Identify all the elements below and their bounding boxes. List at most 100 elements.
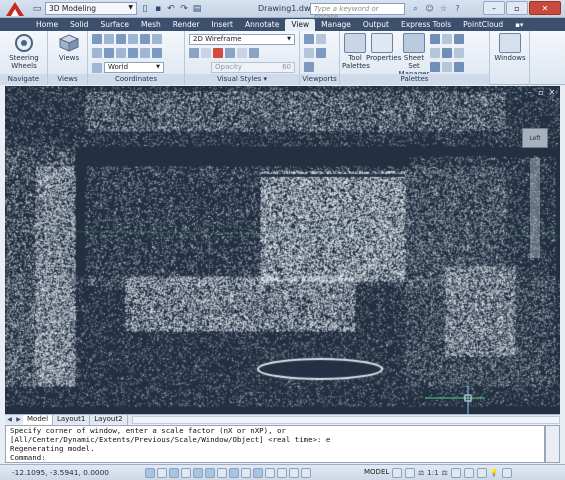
search-input[interactable]: Type a keyword or phrase — [310, 3, 405, 21]
tab-surface[interactable]: Surface — [94, 19, 135, 31]
3d-object-snap-icon[interactable] — [217, 468, 227, 478]
tab-solid[interactable]: Solid — [64, 19, 94, 31]
object-snap-tracking-icon[interactable] — [229, 468, 239, 478]
tab-model[interactable]: Model — [23, 414, 54, 425]
tab-mesh[interactable]: Mesh — [135, 19, 167, 31]
edge-effects-icon[interactable] — [189, 48, 199, 58]
isolate-objects-icon[interactable]: 💡 — [490, 469, 499, 477]
ucs-x-icon[interactable] — [140, 48, 150, 58]
point-cloud-canvas[interactable] — [5, 86, 560, 414]
opacity-slider[interactable]: Opacity 60 — [211, 62, 295, 73]
join-viewports-icon[interactable] — [304, 48, 314, 58]
quick-view-layouts-icon[interactable] — [392, 468, 402, 478]
annotation-visibility-icon[interactable]: ⚖ — [442, 469, 448, 477]
lock-icon[interactable] — [463, 468, 474, 478]
steering-wheels-button[interactable]: Steering Wheels — [3, 33, 45, 70]
named-viewports-icon[interactable] — [316, 34, 326, 44]
chevron-down-icon[interactable]: ▾ — [264, 75, 268, 83]
grid-display-icon[interactable] — [169, 468, 179, 478]
star-icon[interactable]: ☆ — [438, 3, 449, 14]
ucs-object-icon[interactable] — [104, 48, 114, 58]
undo-icon[interactable]: ↶ — [166, 4, 176, 14]
infer-constraints-icon[interactable] — [145, 468, 155, 478]
command-line[interactable]: Specify corner of window, enter a scale … — [5, 425, 545, 463]
transparency-icon[interactable] — [277, 468, 287, 478]
layers-icon[interactable] — [430, 62, 440, 72]
windows-button[interactable]: Windows — [492, 33, 528, 62]
tab-layout2[interactable]: Layout2 — [90, 414, 128, 425]
ucs-dropdown[interactable]: World ▼ — [104, 62, 164, 73]
calculator-icon[interactable] — [454, 34, 464, 44]
annotation-scale-icon[interactable]: ⚖ — [418, 469, 424, 477]
user-icon[interactable]: ☺ — [424, 3, 435, 14]
navigation-bar[interactable] — [530, 158, 540, 258]
plot-icon[interactable]: ▤ — [192, 4, 202, 14]
tab-express-tools[interactable]: Express Tools — [395, 19, 457, 31]
ucs-view-icon[interactable] — [92, 48, 102, 58]
minimize-icon[interactable]: – — [483, 1, 505, 15]
dynamic-ucs-icon[interactable] — [241, 468, 251, 478]
workspace-dropdown[interactable]: 3D Modeling ▼ — [45, 2, 137, 15]
quick-view-drawings-icon[interactable] — [405, 468, 415, 478]
ucs-icon[interactable] — [92, 34, 102, 44]
command-line-scrollbar[interactable] — [545, 425, 560, 463]
sheet-set-manager-button[interactable]: Sheet Set Manager — [398, 33, 430, 78]
maximize-icon[interactable]: ▫ — [506, 1, 528, 15]
ucs-face-icon[interactable] — [116, 48, 126, 58]
snap-mode-icon[interactable] — [157, 468, 167, 478]
ucs-previous-icon[interactable] — [116, 34, 126, 44]
viewcube[interactable]: Left — [522, 128, 548, 148]
dynamic-input-icon[interactable] — [253, 468, 263, 478]
ucs-z-icon[interactable] — [128, 48, 138, 58]
ucs-named-icon[interactable] — [92, 62, 102, 73]
open-icon[interactable]: ▯ — [140, 4, 150, 14]
ucs-origin-icon[interactable] — [128, 34, 138, 44]
ucs-y-icon[interactable] — [152, 48, 162, 58]
tab-layout1[interactable]: Layout1 — [53, 414, 91, 425]
face-style-icon[interactable] — [237, 48, 247, 58]
ucs-3point-icon[interactable] — [152, 34, 162, 44]
markup-icon[interactable] — [442, 34, 452, 44]
tab-home[interactable]: Home — [30, 19, 64, 31]
restore-viewports-icon[interactable] — [316, 48, 326, 58]
command-prompt[interactable]: Command: — [10, 453, 540, 462]
tab-view[interactable]: View — [285, 18, 316, 31]
application-menu-button[interactable] — [3, 1, 27, 17]
properties-button[interactable]: Properties — [366, 33, 401, 62]
first-layout-icon[interactable]: ◀ — [5, 416, 14, 423]
maximize-icon[interactable]: ▫ — [537, 89, 545, 97]
model-space-toggle[interactable]: MODEL — [364, 468, 389, 476]
annotation-scale-value[interactable]: 1:1 — [427, 469, 438, 477]
redo-icon[interactable]: ↷ — [179, 4, 189, 14]
color-icon[interactable] — [213, 48, 223, 58]
shadows-icon[interactable] — [201, 48, 211, 58]
viewport-clip-icon[interactable] — [304, 62, 314, 72]
ribbon-options-icon[interactable]: ▪▾ — [515, 21, 523, 29]
quick-properties-icon[interactable] — [289, 468, 299, 478]
tab-manage[interactable]: Manage — [315, 19, 357, 31]
tool-palettes-button[interactable]: Tool Palettes — [342, 33, 370, 70]
materials-icon[interactable] — [249, 48, 259, 58]
materials-browser-icon[interactable] — [442, 48, 452, 58]
object-snap-icon[interactable] — [205, 468, 215, 478]
drawing-viewport[interactable]: – ▫ ✕ Left — [5, 86, 560, 414]
command-line-icon[interactable] — [454, 62, 464, 72]
clean-screen-icon[interactable] — [501, 468, 512, 478]
tab-pointcloud[interactable]: PointCloud — [457, 19, 509, 31]
next-layout-icon[interactable]: ▶ — [14, 416, 23, 423]
tab-insert[interactable]: Insert — [205, 19, 239, 31]
ucs-world-icon[interactable] — [104, 34, 114, 44]
hardware-acceleration-icon[interactable] — [476, 468, 487, 478]
viewport-config-icon[interactable] — [304, 34, 314, 44]
tab-output[interactable]: Output — [357, 19, 395, 31]
help-icon[interactable]: ? — [452, 3, 463, 14]
tab-render[interactable]: Render — [167, 19, 206, 31]
close-icon[interactable]: ✕ — [529, 1, 561, 15]
tab-annotate[interactable]: Annotate — [239, 19, 285, 31]
save-icon[interactable]: ▪ — [153, 4, 163, 14]
visual-style-dropdown[interactable]: 2D Wireframe ▼ — [189, 34, 295, 45]
minimize-icon[interactable]: – — [526, 89, 534, 97]
design-center-icon[interactable] — [430, 34, 440, 44]
ucs-axis-icon[interactable] — [140, 34, 150, 44]
new-icon[interactable]: ▭ — [32, 4, 42, 14]
